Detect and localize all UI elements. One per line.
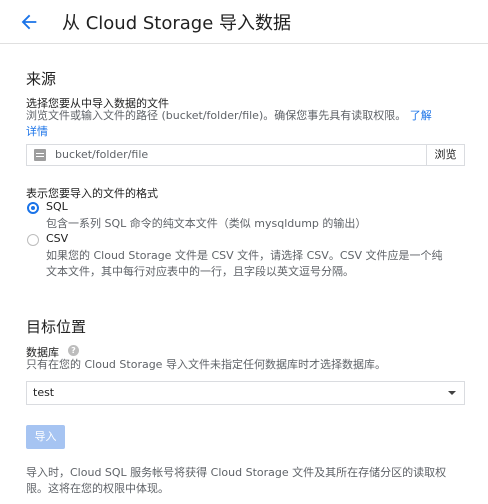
browse-button[interactable]: 浏览 <box>426 144 465 166</box>
sql-description: 包含一系列 SQL 命令的纯文本文件（类似 mysqldump 的输出） <box>46 217 367 230</box>
csv-description-line: 如果您的 Cloud Storage 文件是 CSV 文件，请选择 CSV。CS… <box>46 249 443 262</box>
database-help-text: 只有在您的 Cloud Storage 导入文件未指定任何数据库时才选择数据库。 <box>26 358 386 371</box>
help-icon[interactable]: ? <box>68 345 79 356</box>
csv-description: 如果您的 Cloud Storage 文件是 CSV 文件，请选择 CSV。CS… <box>46 248 443 280</box>
sql-radio[interactable] <box>27 202 39 214</box>
csv-radio[interactable] <box>27 234 39 246</box>
csv-description-line-2: 文本文件，其中每行对应表中的一行，且字段以英文逗号分隔。 <box>46 265 354 278</box>
database-select-value: test <box>33 386 55 399</box>
footer-note-line: 导入时，Cloud SQL 服务帐号将获得 Cloud Storage 文件及其… <box>26 466 447 479</box>
import-button[interactable]: 导入 <box>26 425 65 449</box>
header-bar: 从 Cloud Storage 导入数据 <box>0 0 488 44</box>
learn-more-link-continued[interactable]: 详情 <box>26 125 48 138</box>
destination-section-title: 目标位置 <box>26 318 87 336</box>
learn-more-link[interactable]: 了解 <box>410 109 432 122</box>
file-help-text: 浏览文件或输入文件的路径 (bucket/folder/file)。确保您事先具… <box>26 108 466 140</box>
footer-note-line-2: 限。这将在您的权限中体现。 <box>26 482 169 495</box>
file-icon <box>34 149 46 161</box>
dropdown-arrow-icon <box>448 391 456 395</box>
database-select[interactable]: test <box>26 381 465 405</box>
csv-radio-label[interactable]: CSV <box>46 232 68 245</box>
file-path-input[interactable]: bucket/folder/file <box>26 144 426 166</box>
source-section-title: 来源 <box>26 70 57 88</box>
file-path-placeholder: bucket/folder/file <box>55 148 149 161</box>
arrow-back-icon[interactable] <box>18 11 40 33</box>
sql-radio-label[interactable]: SQL <box>46 200 68 213</box>
footer-note: 导入时，Cloud SQL 服务帐号将获得 Cloud Storage 文件及其… <box>26 465 446 497</box>
page-title: 从 Cloud Storage 导入数据 <box>62 13 292 34</box>
file-help-line: 浏览文件或输入文件的路径 (bucket/folder/file)。确保您事先具… <box>26 109 407 122</box>
format-label: 表示您要导入的文件的格式 <box>26 187 158 200</box>
